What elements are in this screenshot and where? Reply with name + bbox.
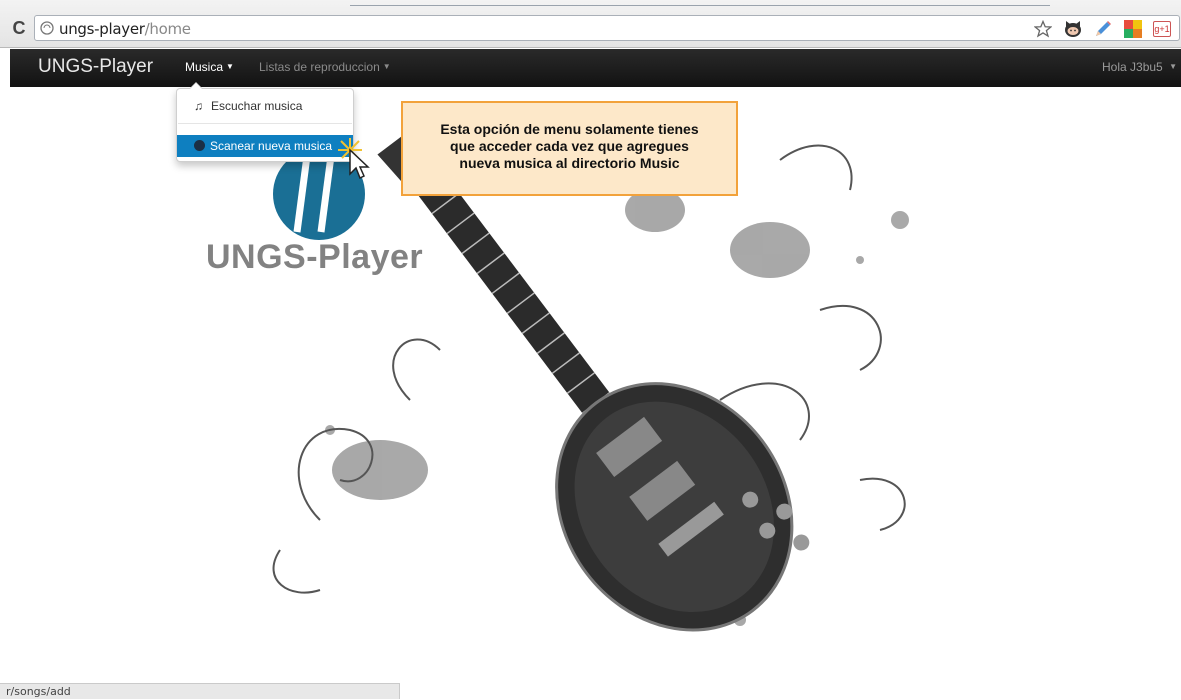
- menu-divider: [178, 123, 352, 124]
- logo-text: UNGS-Player: [206, 238, 424, 276]
- music-note-icon: ♫: [194, 99, 203, 113]
- menu-item-scanear-label: Scanear nueva musica: [210, 139, 333, 153]
- star-icon[interactable]: [1033, 19, 1053, 39]
- callout-line-2: que acceder cada vez que agregues: [450, 138, 689, 154]
- browser-toolbar: C ungs-player/home g+1: [0, 0, 1181, 48]
- url-path: /home: [144, 20, 191, 38]
- pencil-icon[interactable]: [1093, 19, 1113, 39]
- app-navbar: UNGS-Player Musica ▼ Listas de reproducci…: [10, 49, 1181, 87]
- menu-listas-label: Listas de reproduccion: [259, 60, 380, 74]
- menu-item-escuchar[interactable]: ♫ Escuchar musica: [177, 95, 353, 117]
- user-menu[interactable]: Hola J3bu5 ▼: [1102, 60, 1177, 74]
- globe-icon: [40, 21, 54, 35]
- mouse-cursor-icon: [338, 138, 370, 180]
- brand-link[interactable]: UNGS-Player: [38, 56, 153, 78]
- plus-circle-icon: [194, 140, 205, 151]
- tab-strip: [350, 0, 1050, 6]
- musica-dropdown: ♫ Escuchar musica Scanear nueva musica: [176, 82, 354, 162]
- color-picker-icon[interactable]: [1123, 19, 1143, 39]
- address-bar[interactable]: ungs-player/home g+1: [34, 15, 1180, 41]
- user-greeting: Hola J3bu5: [1102, 60, 1163, 74]
- caret-down-icon: ▼: [382, 62, 391, 71]
- callout-line-1: Esta opción de menu solamente tienes: [440, 121, 699, 137]
- status-bar: r/songs/add: [0, 683, 400, 699]
- octocat-icon[interactable]: [1063, 19, 1083, 39]
- reload-button[interactable]: C: [8, 17, 30, 39]
- annotation-callout: Esta opción de menu solamente tienes que…: [401, 101, 738, 196]
- url-text: ungs-player/home: [59, 20, 191, 38]
- menu-musica[interactable]: Musica ▼: [185, 60, 234, 74]
- caret-down-icon: ▼: [226, 62, 234, 71]
- caret-down-icon: ▼: [1169, 62, 1177, 71]
- menu-listas[interactable]: Listas de reproduccion ▼: [259, 60, 391, 74]
- menu-musica-label: Musica: [185, 60, 224, 74]
- gplus-label: g+1: [1154, 24, 1170, 34]
- callout-line-3: nueva musica al directorio Music: [459, 155, 680, 171]
- google-plus-icon[interactable]: g+1: [1153, 21, 1171, 37]
- menu-item-escuchar-label: Escuchar musica: [211, 99, 303, 113]
- menu-item-scanear[interactable]: Scanear nueva musica: [177, 135, 353, 157]
- url-host: ungs-player: [59, 20, 145, 38]
- extension-icons: g+1: [1033, 19, 1171, 39]
